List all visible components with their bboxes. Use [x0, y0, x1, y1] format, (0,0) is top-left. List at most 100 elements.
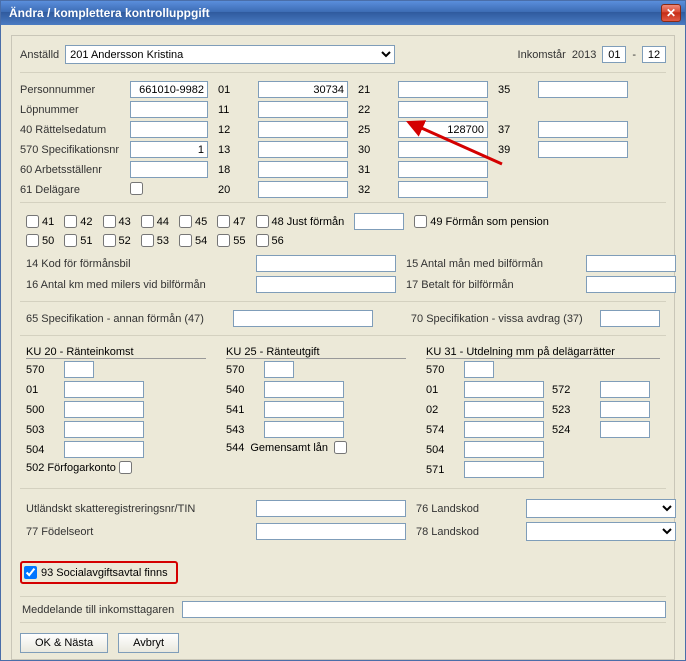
ku25-540: 540	[226, 384, 256, 396]
inp-570[interactable]	[130, 141, 208, 158]
inp-01[interactable]	[258, 81, 348, 98]
inp-lopnummer[interactable]	[130, 101, 208, 118]
ku31-524: 524	[552, 424, 592, 436]
inp-35[interactable]	[538, 81, 628, 98]
month-from-input[interactable]	[602, 46, 626, 63]
inp-ku20-570[interactable]	[64, 361, 94, 378]
inp-15[interactable]	[586, 255, 676, 272]
inp-32[interactable]	[398, 181, 488, 198]
chk-47[interactable]	[217, 215, 230, 228]
lbl-50: 50	[42, 235, 54, 247]
inp-31[interactable]	[398, 161, 488, 178]
inp-17[interactable]	[586, 276, 676, 293]
inp-48[interactable]	[354, 213, 404, 230]
chk-53[interactable]	[141, 234, 154, 247]
chk-56[interactable]	[256, 234, 269, 247]
fno-31: 31	[358, 164, 388, 176]
inp-ku31-572[interactable]	[600, 381, 650, 398]
inp-12[interactable]	[258, 121, 348, 138]
inp-ku31-574[interactable]	[464, 421, 544, 438]
inp-ku20-01[interactable]	[64, 381, 144, 398]
inp-25[interactable]	[398, 121, 488, 138]
lbl-70: 70 Specifikation - vissa avdrag (37)	[411, 313, 590, 325]
chk-43[interactable]	[103, 215, 116, 228]
lbl-52: 52	[119, 235, 131, 247]
lbl-16: 16 Antal km med milers vid bilförmån	[26, 279, 246, 291]
sel-76[interactable]	[526, 499, 676, 518]
inp-14[interactable]	[256, 255, 396, 272]
chk-41[interactable]	[26, 215, 39, 228]
ok-next-button[interactable]: OK & Nästa	[20, 633, 108, 653]
inp-ku25-543[interactable]	[264, 421, 344, 438]
fno-13: 13	[218, 144, 248, 156]
chk-42[interactable]	[64, 215, 77, 228]
chk-55[interactable]	[217, 234, 230, 247]
inp-39[interactable]	[538, 141, 628, 158]
inp-30[interactable]	[398, 141, 488, 158]
ku20-title: KU 20 - Ränteinkomst	[26, 346, 206, 359]
forman-rows: 14 Kod för förmånsbil 15 Antal mån med b…	[20, 251, 666, 297]
inp-personnummer[interactable]	[130, 81, 208, 98]
inp-37[interactable]	[538, 121, 628, 138]
fno-01: 01	[218, 84, 248, 96]
inp-20[interactable]	[258, 181, 348, 198]
inp-13[interactable]	[258, 141, 348, 158]
inp-ku31-523[interactable]	[600, 401, 650, 418]
fno-25: 25	[358, 124, 388, 136]
inp-16[interactable]	[256, 276, 396, 293]
ku31-section: KU 31 - Utdelning mm på delägarrätter 57…	[426, 344, 660, 478]
chk-45[interactable]	[179, 215, 192, 228]
inp-msg[interactable]	[182, 601, 666, 618]
inp-11[interactable]	[258, 101, 348, 118]
chk-48[interactable]	[256, 215, 269, 228]
inp-ku31-504[interactable]	[464, 441, 544, 458]
inp-ku31-571[interactable]	[464, 461, 544, 478]
close-button[interactable]: ✕	[661, 4, 681, 22]
inp-ku20-500[interactable]	[64, 401, 144, 418]
inp-ku31-01[interactable]	[464, 381, 544, 398]
inp-21[interactable]	[398, 81, 488, 98]
chk-ku25-544[interactable]	[334, 441, 347, 454]
inp-60[interactable]	[130, 161, 208, 178]
inp-ku25-540[interactable]	[264, 381, 344, 398]
chk-49[interactable]	[414, 215, 427, 228]
inp-tin[interactable]	[256, 500, 406, 517]
window: Ändra / komplettera kontrolluppgift ✕ An…	[0, 0, 686, 661]
inp-ku31-524[interactable]	[600, 421, 650, 438]
lbl-42: 42	[80, 216, 92, 228]
lbl-45: 45	[195, 216, 207, 228]
cancel-button[interactable]: Avbryt	[118, 633, 179, 653]
chk-ku20-502[interactable]	[119, 461, 132, 474]
employee-select[interactable]: 201 Andersson Kristina	[65, 45, 395, 64]
chk-44[interactable]	[141, 215, 154, 228]
lbl-15: 15 Antal mån med bilförmån	[406, 258, 576, 270]
chk-51[interactable]	[64, 234, 77, 247]
chk-93[interactable]	[24, 566, 37, 579]
inp-22[interactable]	[398, 101, 488, 118]
inp-ku31-570[interactable]	[464, 361, 494, 378]
ku20-504: 504	[26, 444, 56, 456]
chk-61[interactable]	[130, 182, 143, 195]
month-to-input[interactable]	[642, 46, 666, 63]
lbl-61: 61 Delägare	[20, 184, 120, 196]
window-body: Anställd 201 Andersson Kristina Inkomstå…	[1, 25, 685, 660]
fno-37: 37	[498, 124, 528, 136]
inp-40[interactable]	[130, 121, 208, 138]
inp-77[interactable]	[256, 523, 406, 540]
ku-sections: KU 20 - Ränteinkomst 570 01 500 503 504 …	[20, 340, 666, 484]
lbl-55: 55	[233, 235, 245, 247]
inp-ku25-570[interactable]	[264, 361, 294, 378]
inp-ku20-503[interactable]	[64, 421, 144, 438]
chk-52[interactable]	[103, 234, 116, 247]
inp-70[interactable]	[600, 310, 660, 327]
chk-50[interactable]	[26, 234, 39, 247]
inp-18[interactable]	[258, 161, 348, 178]
fno-12: 12	[218, 124, 248, 136]
inp-ku25-541[interactable]	[264, 401, 344, 418]
inp-ku20-504[interactable]	[64, 441, 144, 458]
inp-65[interactable]	[233, 310, 373, 327]
sel-78[interactable]	[526, 522, 676, 541]
chk-54[interactable]	[179, 234, 192, 247]
inp-ku31-02[interactable]	[464, 401, 544, 418]
fno-22: 22	[358, 104, 388, 116]
